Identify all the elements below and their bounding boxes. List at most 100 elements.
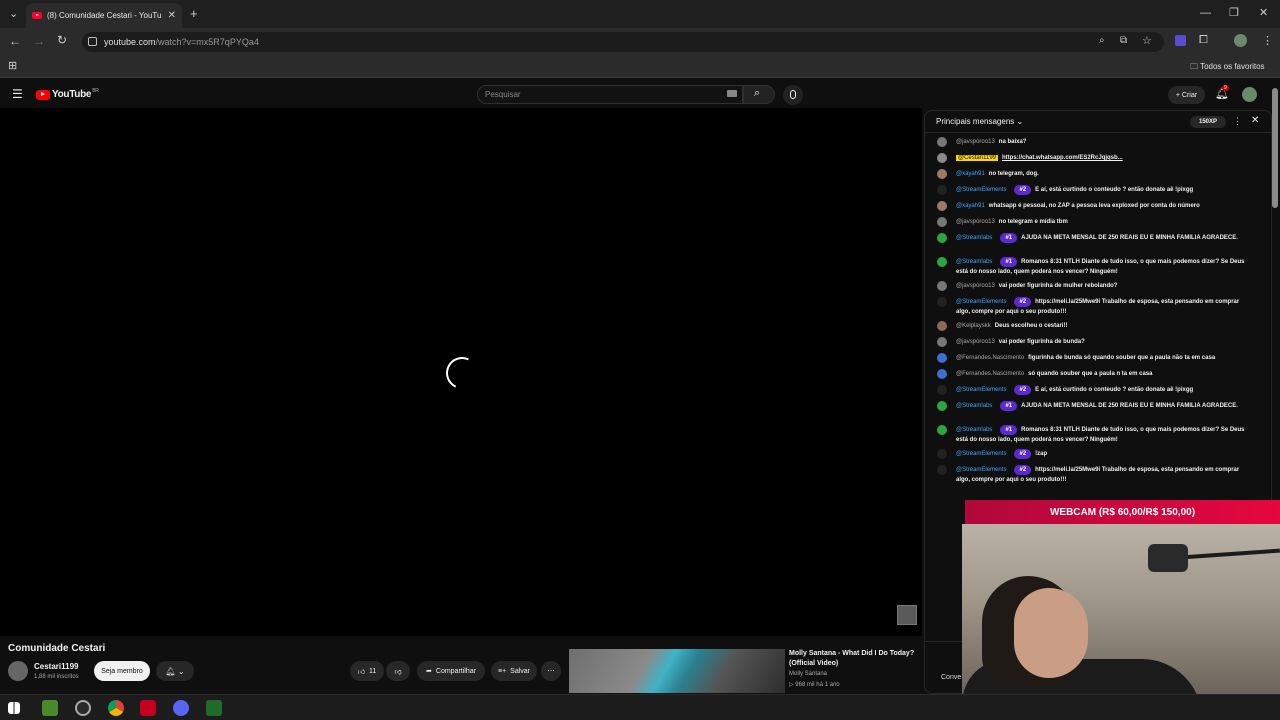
converse-button[interactable]: Conve	[941, 674, 961, 681]
new-tab-icon[interactable]: +	[190, 6, 198, 21]
chat-author-avatar[interactable]	[937, 257, 947, 267]
chat-author-avatar[interactable]	[937, 217, 947, 227]
region-code: BR	[92, 87, 99, 94]
chat-author-avatar[interactable]	[937, 185, 947, 195]
chat-author-name[interactable]: @javsporoo13	[956, 139, 995, 145]
chat-author-name[interactable]: @javsporoo13	[956, 219, 995, 225]
windows-start-icon[interactable]	[8, 702, 20, 714]
chat-author-avatar[interactable]	[937, 385, 947, 395]
page-scrollbar[interactable]	[1272, 88, 1278, 208]
minecraft-icon[interactable]	[42, 700, 58, 716]
forward-icon[interactable]: →	[33, 34, 45, 48]
create-button[interactable]: + Criar	[1168, 86, 1205, 104]
account-avatar[interactable]	[1242, 87, 1257, 102]
chat-author-avatar[interactable]	[937, 169, 947, 179]
chat-author-name[interactable]: @Cestari1199	[956, 155, 998, 161]
browser-tab[interactable]: (8) Comunidade Cestari - YouTu ✕	[26, 3, 182, 28]
apps-grid-icon[interactable]: ⊞	[8, 59, 17, 72]
streamlabs-icon[interactable]	[140, 700, 156, 716]
chat-author-name[interactable]: @Streamlabs	[956, 235, 992, 241]
like-button[interactable]: 👍︎ 11	[350, 661, 384, 681]
chat-author-name[interactable]: @Kelplayskk	[956, 323, 991, 329]
chat-author-avatar[interactable]	[937, 369, 947, 379]
chat-author-avatar[interactable]	[937, 425, 947, 435]
chat-author-name[interactable]: @xayah91	[956, 171, 985, 177]
chat-author-name[interactable]: @StreamElements	[956, 387, 1006, 393]
extension-icon[interactable]	[1175, 35, 1186, 46]
dislike-button[interactable]: 👎︎	[386, 661, 410, 681]
chat-author-avatar[interactable]	[937, 401, 947, 411]
chat-message: @Streamlabs #1 Romanos 8:31 NTLH Diante de…	[935, 425, 1253, 445]
chat-message-text: E aí, está curtindo o conteudo ? então d…	[1035, 187, 1194, 193]
restore-icon[interactable]: ❐	[1229, 6, 1239, 19]
discord-icon[interactable]	[173, 700, 189, 716]
channel-name[interactable]: Cestari1199	[34, 662, 78, 671]
chat-author-avatar[interactable]	[937, 233, 947, 243]
back-icon[interactable]: ←	[9, 34, 21, 48]
subscription-bell-button[interactable]: 🔔︎ ⌄	[156, 661, 194, 681]
chat-author-name[interactable]: @StreamElements	[956, 467, 1006, 473]
chat-author-avatar[interactable]	[937, 153, 947, 163]
chat-menu-icon[interactable]: ⋮	[1233, 116, 1242, 127]
recommended-video-thumbnail[interactable]	[569, 649, 785, 693]
xp-badge[interactable]: 150XP	[1190, 116, 1226, 128]
chrome-icon[interactable]	[108, 700, 124, 716]
chat-message-text: E aí, está curtindo o conteudo ? então d…	[1035, 387, 1194, 393]
keyboard-icon[interactable]	[727, 90, 737, 97]
join-button[interactable]: Seja membro	[94, 661, 150, 681]
close-tab-icon[interactable]: ✕	[168, 10, 176, 21]
chat-author-avatar[interactable]	[937, 353, 947, 363]
recommended-video-channel[interactable]: Molly Santana	[789, 671, 827, 677]
close-window-icon[interactable]: ✕	[1259, 6, 1268, 19]
recommended-video-title[interactable]: Molly Santana - What Did I Do Today? (Of…	[789, 649, 919, 669]
browser-menu-icon[interactable]: ⋮	[1262, 34, 1273, 47]
chat-author-name[interactable]: @Streamlabs	[956, 259, 992, 265]
all-bookmarks-folder[interactable]: 🗀 Todos os favoritos	[1190, 61, 1265, 75]
install-app-icon[interactable]: ⧉	[1120, 35, 1127, 46]
bookmark-star-icon[interactable]: ☆	[1142, 34, 1152, 47]
chat-mode-dropdown[interactable]: Principais mensagens ⌄	[936, 117, 1023, 126]
chat-author-name[interactable]: @Fernandes.Nascimento	[956, 355, 1024, 361]
chat-message: @xayah91 whatsapp é pessoal, no ZAP a pes…	[935, 201, 1253, 211]
chat-author-avatar[interactable]	[937, 201, 947, 211]
youtube-logo[interactable]: YouTube BR	[36, 87, 99, 100]
chat-author-avatar[interactable]	[937, 297, 947, 307]
chat-author-name[interactable]: @StreamElements	[956, 187, 1006, 193]
extensions-puzzle-icon[interactable]: ⧠	[1199, 34, 1208, 47]
chat-message-text[interactable]: https://chat.whatsapp.com/ES2RcJqjqsb...	[1002, 155, 1123, 161]
chat-author-name[interactable]: @javsporoo13	[956, 339, 995, 345]
obs-icon[interactable]	[75, 700, 91, 716]
chat-author-avatar[interactable]	[937, 137, 947, 147]
channel-avatar[interactable]	[8, 661, 28, 681]
voice-search-button[interactable]	[783, 85, 803, 105]
tab-title: (8) Comunidade Cestari - YouTu	[47, 11, 162, 20]
chat-author-name[interactable]: @StreamElements	[956, 299, 1006, 305]
chat-author-name[interactable]: @Streamlabs	[956, 403, 992, 409]
zoom-icon[interactable]: ⌕	[1099, 35, 1105, 46]
chat-author-avatar[interactable]	[937, 337, 947, 347]
site-info-icon[interactable]	[88, 37, 97, 46]
app-icon[interactable]	[206, 700, 222, 716]
chat-author-avatar[interactable]	[937, 465, 947, 475]
chat-author-name[interactable]: @Fernandes.Nascimento	[956, 371, 1024, 377]
chat-author-name[interactable]: @javsporoo13	[956, 283, 995, 289]
chat-author-name[interactable]: @Streamlabs	[956, 427, 992, 433]
chat-author-avatar[interactable]	[937, 321, 947, 331]
share-button[interactable]: ➦ Compartilhar	[417, 661, 485, 681]
chat-author-avatar[interactable]	[937, 449, 947, 459]
save-button[interactable]: ≡+ Salvar	[491, 661, 537, 681]
reload-icon[interactable]: ↻	[57, 33, 67, 47]
profile-avatar[interactable]	[1234, 34, 1247, 47]
minimize-icon[interactable]: —	[1200, 7, 1211, 19]
chat-author-name[interactable]: @StreamElements	[956, 451, 1006, 457]
search-button[interactable]: ⌕	[743, 85, 775, 104]
more-actions-button[interactable]: ⋯	[541, 661, 561, 681]
save-label: Salvar	[510, 667, 531, 675]
tab-list-chevron-icon[interactable]: ⌄	[9, 7, 18, 20]
chat-author-avatar[interactable]	[937, 281, 947, 291]
address-bar[interactable]: youtube.com/watch?v=mx5R7qPYQa4	[82, 32, 1164, 52]
close-chat-icon[interactable]: ✕	[1251, 115, 1259, 126]
chat-author-name[interactable]: @xayah91	[956, 203, 985, 209]
guide-menu-icon[interactable]: ☰	[12, 87, 23, 101]
search-input[interactable]: Pesquisar	[477, 85, 743, 104]
